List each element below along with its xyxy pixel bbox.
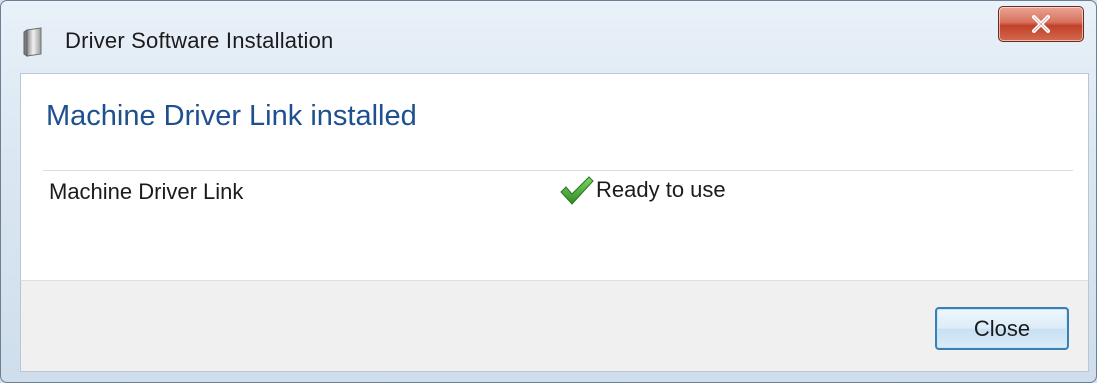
dialog-footer: Close (20, 280, 1089, 372)
device-status: Ready to use (558, 175, 726, 205)
content-panel: Machine Driver Link installed Machine Dr… (20, 73, 1089, 280)
window-close-button[interactable] (998, 6, 1084, 42)
divider (43, 170, 1073, 171)
close-button[interactable]: Close (935, 307, 1069, 350)
title-bar[interactable]: Driver Software Installation (1, 1, 1096, 69)
status-text: Ready to use (596, 177, 726, 202)
window-title: Driver Software Installation (65, 28, 334, 53)
page-title: Machine Driver Link installed (46, 100, 417, 132)
device-icon (23, 27, 45, 57)
checkmark-icon (558, 175, 594, 205)
dialog-window: Driver Software Installation Machine Dri… (0, 0, 1097, 383)
close-icon (1030, 15, 1052, 33)
device-name: Machine Driver Link (49, 179, 244, 204)
